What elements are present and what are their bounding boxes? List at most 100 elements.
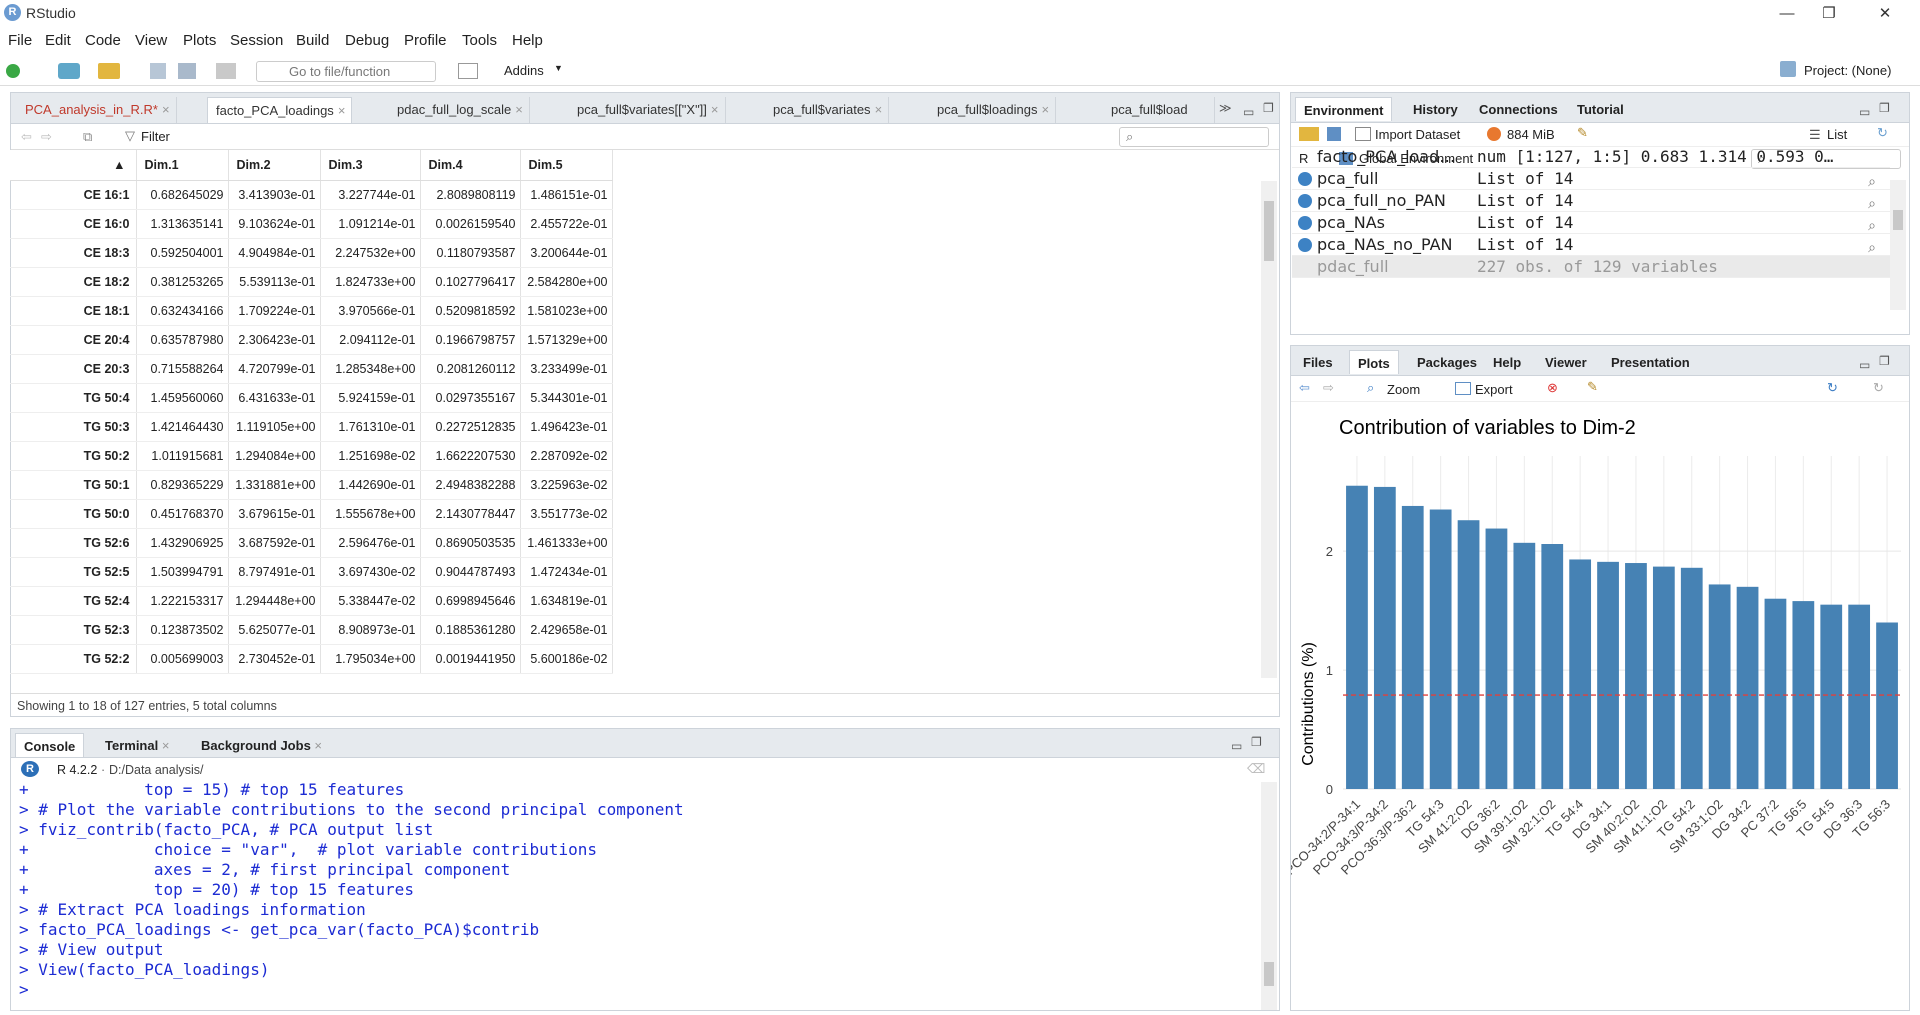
- tab-connections[interactable]: Connections: [1471, 97, 1566, 121]
- table-scrollbar[interactable]: [1261, 181, 1277, 678]
- maximize-console-icon[interactable]: ❐: [1251, 735, 1262, 749]
- env-variable-row[interactable]: ⌕ pca_full List of 14: [1292, 168, 1890, 190]
- tab-tutorial[interactable]: Tutorial: [1569, 97, 1632, 121]
- env-variable-row[interactable]: ⌕ pca_full_no_PAN List of 14: [1292, 190, 1890, 212]
- env-variable-row[interactable]: pdac_full 227 obs. of 129 variables: [1292, 256, 1890, 278]
- close-window-button[interactable]: ✕: [1862, 2, 1908, 26]
- col-header-dim2[interactable]: Dim.2: [228, 150, 321, 181]
- addins-menu[interactable]: Addins: [504, 63, 544, 78]
- new-project-icon[interactable]: [58, 63, 80, 79]
- save-icon[interactable]: [150, 63, 166, 79]
- new-file-icon[interactable]: [6, 64, 20, 78]
- view-object-icon[interactable]: ⌕: [1868, 173, 1876, 190]
- tab-pca-load[interactable]: pca_full$load: [1103, 97, 1215, 123]
- menu-edit[interactable]: Edit: [45, 32, 71, 49]
- filter-icon[interactable]: ▽: [125, 128, 135, 144]
- maximize-plots-icon[interactable]: ❐: [1879, 354, 1890, 368]
- maximize-button[interactable]: ❐: [1806, 2, 1852, 26]
- load-workspace-icon[interactable]: [1299, 127, 1319, 141]
- minimize-plots-icon[interactable]: ▭: [1859, 358, 1870, 372]
- tab-pca-variates-x[interactable]: pca_full$variates[["X"]] ×: [569, 97, 726, 123]
- refresh-icon[interactable]: ↻: [1877, 125, 1888, 141]
- tab-facto-pca-loadings[interactable]: facto_PCA_loadings ×: [207, 97, 353, 123]
- clear-console-icon[interactable]: ⌫: [1247, 761, 1265, 777]
- maximize-pane-icon[interactable]: ❐: [1263, 101, 1274, 115]
- minimize-env-icon[interactable]: ▭: [1859, 105, 1870, 119]
- scroll-thumb[interactable]: [1264, 201, 1274, 261]
- env-variable-row[interactable]: ⌕ pca_NAs List of 14: [1292, 212, 1890, 234]
- open-file-icon[interactable]: [98, 63, 120, 79]
- console-output[interactable]: + top = 15) # top 15 features > # Plot th…: [11, 782, 1261, 1010]
- back-icon[interactable]: ⇦: [21, 129, 32, 145]
- import-dataset-button[interactable]: Import Dataset: [1375, 127, 1460, 142]
- working-directory[interactable]: D:/Data analysis/: [109, 763, 203, 777]
- more-tabs-icon[interactable]: ≫: [1219, 101, 1232, 115]
- col-header-dim4[interactable]: Dim.4: [420, 150, 521, 181]
- view-object-icon[interactable]: ⌕: [1868, 239, 1876, 256]
- view-object-icon[interactable]: ⌕: [1868, 217, 1876, 234]
- env-scrollbar[interactable]: [1890, 180, 1906, 310]
- menu-help[interactable]: Help: [512, 32, 543, 49]
- expand-list-icon[interactable]: [1298, 216, 1312, 230]
- menu-code[interactable]: Code: [85, 32, 121, 49]
- tab-packages[interactable]: Packages: [1409, 350, 1485, 374]
- maximize-env-icon[interactable]: ❐: [1879, 101, 1890, 115]
- expand-list-icon[interactable]: [1298, 172, 1312, 186]
- view-object-icon[interactable]: ⌕: [1868, 195, 1876, 212]
- minimize-pane-icon[interactable]: ▭: [1243, 105, 1254, 119]
- console-scrollbar[interactable]: [1261, 782, 1277, 1010]
- expand-list-icon[interactable]: [1298, 238, 1312, 252]
- tab-pca-loadings[interactable]: pca_full$loadings ×: [929, 97, 1057, 123]
- menu-profile[interactable]: Profile: [404, 32, 447, 49]
- menu-view[interactable]: View: [135, 32, 167, 49]
- tab-help[interactable]: Help: [1485, 350, 1529, 374]
- save-all-icon[interactable]: [178, 63, 196, 79]
- popout-icon[interactable]: ⧉: [83, 129, 92, 145]
- minimize-console-icon[interactable]: ▭: [1231, 739, 1242, 753]
- col-header-dim5[interactable]: Dim.5: [520, 150, 613, 181]
- menu-plots[interactable]: Plots: [183, 32, 216, 49]
- menu-file[interactable]: File: [8, 32, 32, 49]
- workspace-panes-icon[interactable]: [458, 63, 478, 79]
- clear-workspace-icon[interactable]: ✎: [1577, 125, 1588, 141]
- view-mode-dropdown[interactable]: List: [1827, 127, 1847, 142]
- menu-tools[interactable]: Tools: [462, 32, 497, 49]
- goto-file-input[interactable]: Go to file/function: [256, 61, 436, 82]
- save-workspace-icon[interactable]: [1327, 127, 1341, 141]
- tab-plots[interactable]: Plots: [1349, 350, 1399, 374]
- zoom-button[interactable]: Zoom: [1387, 382, 1420, 397]
- project-menu[interactable]: Project: (None): [1804, 63, 1891, 78]
- tab-background-jobs[interactable]: Background Jobs ×: [193, 733, 330, 757]
- prev-plot-icon[interactable]: ⇦: [1299, 380, 1310, 396]
- print-icon[interactable]: [216, 63, 236, 79]
- tab-viewer[interactable]: Viewer: [1537, 350, 1595, 374]
- addins-dropdown-icon[interactable]: ▼: [554, 63, 563, 73]
- filter-button[interactable]: Filter: [141, 129, 170, 144]
- export-dropdown[interactable]: Export: [1475, 382, 1513, 397]
- memory-usage[interactable]: 884 MiB: [1507, 127, 1555, 142]
- next-plot-icon[interactable]: ⇨: [1323, 380, 1334, 396]
- minimize-button[interactable]: —: [1764, 2, 1810, 26]
- col-header-dim3[interactable]: Dim.3: [320, 150, 421, 181]
- scroll-thumb[interactable]: [1264, 962, 1274, 986]
- remove-plot-icon[interactable]: ⊗: [1547, 380, 1558, 396]
- expand-list-icon[interactable]: [1298, 194, 1312, 208]
- env-variable-row[interactable]: facto_PCA_load… num [1:127, 1:5] 0.683 1.…: [1292, 146, 1890, 168]
- refresh-plot-icon[interactable]: ↻: [1873, 380, 1884, 396]
- env-variable-row[interactable]: ⌕ pca_NAs_no_PAN List of 14: [1292, 234, 1890, 256]
- tab-history[interactable]: History: [1405, 97, 1466, 121]
- tab-pca-variates[interactable]: pca_full$variates ×: [765, 97, 890, 123]
- menu-session[interactable]: Session: [230, 32, 283, 49]
- menu-debug[interactable]: Debug: [345, 32, 389, 49]
- tab-script[interactable]: PCA_analysis_in_R.R* ×: [17, 97, 177, 123]
- row-names-header[interactable]: ▲: [10, 150, 137, 181]
- col-header-dim1[interactable]: Dim.1: [136, 150, 229, 181]
- tab-console[interactable]: Console: [15, 733, 85, 757]
- tab-environment[interactable]: Environment: [1295, 97, 1393, 121]
- forward-icon[interactable]: ⇨: [41, 129, 52, 145]
- scroll-thumb[interactable]: [1893, 210, 1903, 230]
- tab-pdac-full-log-scale[interactable]: pdac_full_log_scale ×: [389, 97, 530, 123]
- clear-plots-icon[interactable]: ✎: [1587, 379, 1598, 395]
- table-search-input[interactable]: ⌕: [1119, 127, 1269, 147]
- tab-terminal[interactable]: Terminal ×: [97, 733, 177, 757]
